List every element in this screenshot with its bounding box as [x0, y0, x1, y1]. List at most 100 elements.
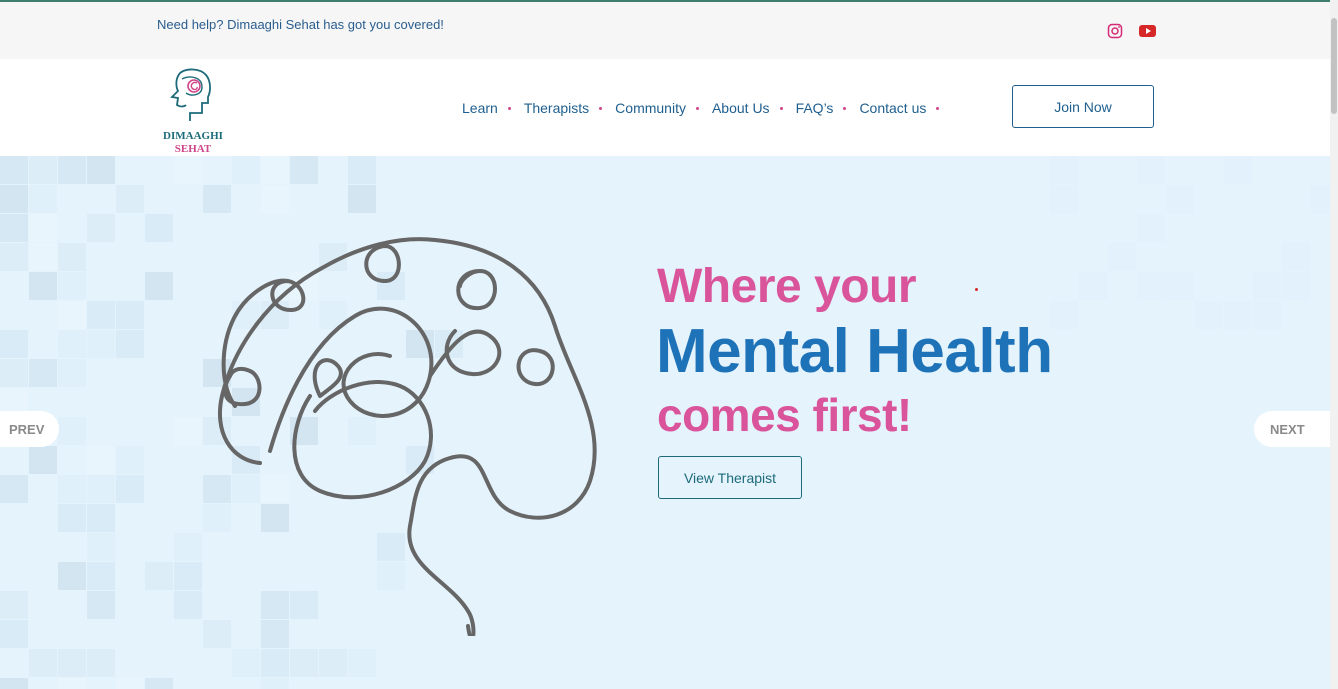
- background-tile: [29, 185, 57, 213]
- nav-separator-dot: [599, 106, 603, 110]
- view-therapist-button[interactable]: View Therapist: [658, 456, 802, 499]
- background-tile: [348, 185, 376, 213]
- background-tile: [290, 156, 318, 184]
- background-tile: [1079, 272, 1107, 300]
- nav-label: FAQ’s: [795, 100, 834, 116]
- site-header: DIMAAGHI SEHAT Learn Therapists Communit…: [0, 59, 1330, 156]
- background-tile: [174, 562, 202, 590]
- decorative-dot: [975, 288, 978, 291]
- background-tile: [1282, 272, 1310, 300]
- background-tile: [29, 156, 57, 184]
- background-tile: [116, 301, 144, 329]
- nav-item-community[interactable]: Community: [615, 100, 712, 116]
- background-tile: [58, 417, 86, 445]
- background-tile: [1224, 301, 1252, 329]
- background-tile: [0, 214, 28, 242]
- top-bar: Need help? Dimaaghi Sehat has got you co…: [0, 2, 1330, 59]
- background-tile: [1137, 214, 1165, 242]
- logo-text-dimaaghi: DIMAAGHI: [163, 130, 223, 142]
- background-tile: [116, 446, 144, 474]
- background-tile: [145, 214, 173, 242]
- background-tile: [0, 330, 28, 358]
- background-tile: [87, 591, 115, 619]
- background-tile: [174, 591, 202, 619]
- slider-next-button[interactable]: NEXT: [1254, 411, 1330, 447]
- background-tile: [1050, 156, 1078, 184]
- hero-title-line3: comes first!: [657, 389, 912, 441]
- background-tile: [1137, 272, 1165, 300]
- background-tile: [1050, 301, 1078, 329]
- background-tile: [87, 156, 115, 184]
- site-logo[interactable]: DIMAAGHI SEHAT: [160, 67, 226, 155]
- background-tile: [145, 272, 173, 300]
- background-tile: [261, 678, 289, 689]
- help-text: Need help? Dimaaghi Sehat has got you co…: [157, 17, 444, 32]
- background-tile: [87, 301, 115, 329]
- background-tile: [58, 301, 86, 329]
- background-tile: [0, 243, 28, 271]
- background-tile: [232, 156, 260, 184]
- nav-item-contact-us[interactable]: Contact us: [859, 100, 952, 116]
- background-tile: [1137, 156, 1165, 184]
- background-tile: [145, 562, 173, 590]
- instagram-icon[interactable]: [1107, 23, 1123, 39]
- page-scrollbar[interactable]: [1330, 0, 1338, 689]
- youtube-icon[interactable]: [1139, 24, 1156, 38]
- nav-label: Community: [615, 100, 686, 116]
- background-tile: [116, 185, 144, 213]
- nav-item-about-us[interactable]: About Us: [712, 100, 796, 116]
- join-now-button[interactable]: Join Now: [1012, 85, 1154, 128]
- scrollbar-thumb[interactable]: [1331, 18, 1337, 114]
- background-tile: [1224, 156, 1252, 184]
- background-tile: [29, 446, 57, 474]
- background-tile: [290, 649, 318, 677]
- slider-prev-button[interactable]: PREV: [0, 411, 59, 447]
- background-tile: [1311, 185, 1330, 213]
- background-tile: [261, 649, 289, 677]
- background-tile: [174, 156, 202, 184]
- background-tile: [29, 359, 57, 387]
- nav-separator-dot: [936, 106, 940, 110]
- background-tile: [319, 649, 347, 677]
- background-tile: [58, 678, 86, 689]
- hero-slider: Where your Mental Health comes first! Vi…: [0, 156, 1330, 689]
- background-tile: [1195, 301, 1223, 329]
- background-tile: [174, 417, 202, 445]
- main-nav: Learn Therapists Community About Us FAQ’…: [462, 99, 952, 117]
- background-tile: [58, 359, 86, 387]
- background-tile: [1166, 185, 1194, 213]
- background-tile: [29, 214, 57, 242]
- background-tile: [1253, 301, 1281, 329]
- nav-label: Contact us: [859, 100, 927, 116]
- background-tile: [58, 243, 86, 271]
- background-tile: [0, 678, 28, 689]
- background-tile: [116, 475, 144, 503]
- nav-item-therapists[interactable]: Therapists: [524, 100, 615, 116]
- background-tile: [87, 504, 115, 532]
- background-tile: [0, 620, 28, 648]
- background-tile: [174, 533, 202, 561]
- head-logo-icon: [170, 68, 211, 121]
- background-tile: [203, 185, 231, 213]
- background-tile: [87, 330, 115, 358]
- background-tile: [348, 156, 376, 184]
- background-tile: [58, 272, 86, 300]
- background-tile: [0, 475, 28, 503]
- background-tile: [58, 475, 86, 503]
- nav-item-faqs[interactable]: FAQ’s: [796, 100, 860, 116]
- background-tile: [87, 533, 115, 561]
- background-tile: [1253, 272, 1281, 300]
- nav-label: Therapists: [523, 100, 590, 116]
- background-tile: [58, 504, 86, 532]
- background-tile: [29, 272, 57, 300]
- background-tile: [58, 562, 86, 590]
- background-tile: [116, 678, 144, 689]
- background-tile: [348, 649, 376, 677]
- background-tile: [232, 649, 260, 677]
- background-tile: [0, 591, 28, 619]
- background-tile: [0, 156, 28, 184]
- nav-separator-dot: [779, 106, 783, 110]
- background-tile: [261, 156, 289, 184]
- nav-item-learn[interactable]: Learn: [462, 100, 524, 116]
- nav-label: About Us: [711, 100, 770, 116]
